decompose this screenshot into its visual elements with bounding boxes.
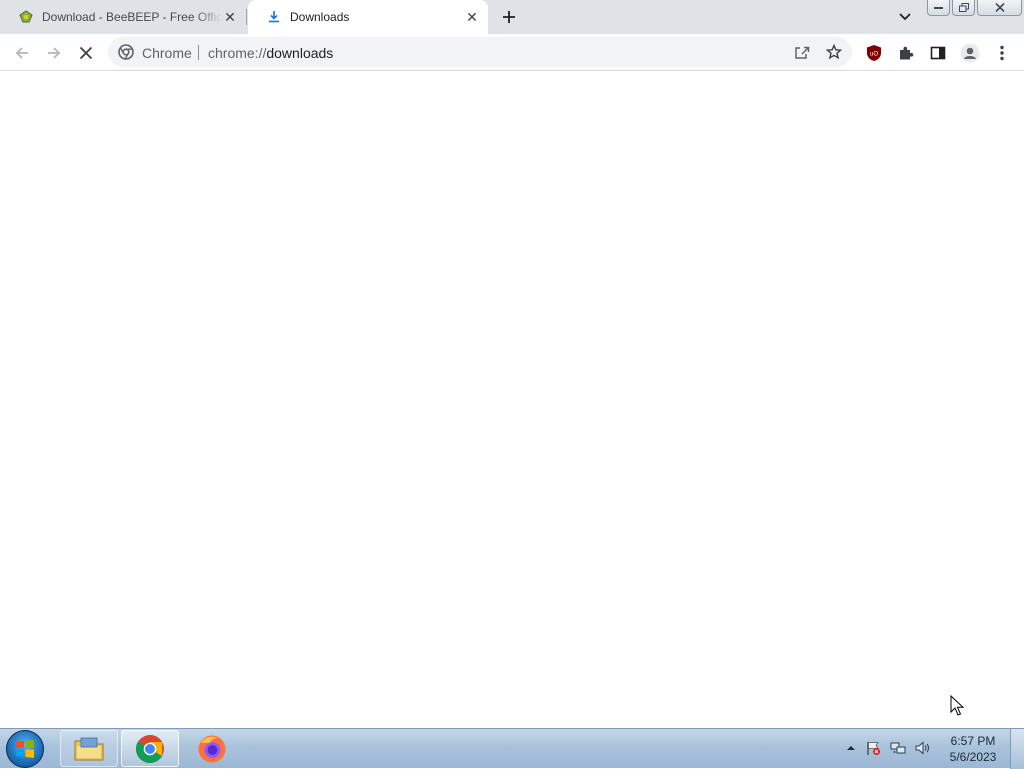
- tab-search-button[interactable]: [893, 6, 917, 28]
- tab-strip: Download - BeeBEEP - Free Office Messeng…: [0, 0, 1024, 34]
- flag-warning-icon: [867, 742, 880, 755]
- share-icon: [795, 46, 810, 59]
- stop-loading-button[interactable]: [74, 41, 98, 65]
- chrome-logo-icon: [118, 44, 134, 60]
- bookmark-button[interactable]: [824, 42, 844, 62]
- ublock-shield-icon: uO: [867, 45, 881, 61]
- speaker-icon: [915, 741, 929, 755]
- clock-date: 5/6/2023: [949, 750, 997, 764]
- restore-icon: [958, 3, 969, 12]
- browser-toolbar: Chrome chrome://downloads uO: [0, 34, 1024, 71]
- side-panel-icon: [930, 46, 946, 60]
- url-text: chrome://downloads: [208, 45, 333, 61]
- show-desktop-button[interactable]: [1010, 729, 1024, 769]
- url-path: downloads: [266, 45, 334, 61]
- tab-title: Download - BeeBEEP - Free Office Messeng…: [42, 10, 222, 24]
- close-tab-icon[interactable]: ✕: [464, 9, 480, 25]
- svg-text:uO: uO: [870, 52, 878, 58]
- windows-logo-icon: [16, 739, 34, 758]
- close-tab-icon[interactable]: ✕: [222, 9, 238, 25]
- forward-button[interactable]: [42, 41, 66, 65]
- share-button[interactable]: [792, 42, 812, 62]
- stop-icon: [79, 46, 93, 60]
- puzzle-piece-icon: [900, 46, 914, 60]
- start-button[interactable]: [6, 730, 44, 768]
- taskbar: 6:57 PM 5/6/2023: [0, 728, 1024, 769]
- chrome-icon: [135, 734, 164, 763]
- back-button[interactable]: [10, 41, 34, 65]
- avatar-icon: [960, 43, 980, 63]
- clock-time: 6:57 PM: [950, 734, 996, 748]
- mouse-cursor-icon: [950, 695, 964, 716]
- arrow-left-icon: [15, 47, 28, 59]
- page-content-area: [0, 71, 1024, 728]
- volume-tray-button[interactable]: [914, 740, 930, 756]
- tab-beebeep[interactable]: Download - BeeBEEP - Free Office Messeng…: [0, 0, 246, 34]
- folder-icon: [74, 737, 104, 760]
- tab-title: Downloads: [290, 10, 350, 24]
- taskbar-clock[interactable]: 6:57 PM 5/6/2023: [940, 733, 1006, 765]
- taskbar-firefox[interactable]: [183, 730, 241, 767]
- chevron-down-icon: [899, 13, 911, 21]
- download-favicon-icon: [266, 9, 282, 25]
- extensions-button[interactable]: [894, 41, 918, 65]
- star-icon: [826, 44, 842, 60]
- address-bar[interactable]: Chrome chrome://downloads: [108, 37, 852, 67]
- close-icon: [994, 3, 1005, 12]
- minimize-button[interactable]: [927, 0, 950, 16]
- close-window-button[interactable]: [977, 0, 1022, 16]
- minimize-icon: [934, 6, 943, 9]
- site-chip-label: Chrome: [142, 45, 192, 61]
- plus-icon: [503, 11, 515, 23]
- taskbar-chrome[interactable]: [121, 730, 179, 767]
- profile-button[interactable]: [958, 41, 982, 65]
- network-icon: [890, 742, 906, 754]
- firefox-icon: [198, 735, 226, 762]
- chevron-up-icon: [847, 746, 855, 750]
- omnibox-divider: [198, 45, 199, 60]
- action-center-tray-button[interactable]: [865, 740, 881, 756]
- side-panel-button[interactable]: [926, 41, 950, 65]
- chrome-menu-button[interactable]: [990, 41, 1014, 65]
- restore-button[interactable]: [952, 0, 975, 16]
- arrow-right-icon: [48, 47, 61, 59]
- taskbar-explorer[interactable]: [60, 730, 118, 767]
- url-scheme: chrome://: [208, 45, 267, 61]
- window-controls: [927, 0, 1024, 18]
- kebab-menu-icon: [1000, 45, 1004, 61]
- tab-separator: [246, 9, 247, 25]
- tab-downloads[interactable]: Downloads ✕: [248, 0, 488, 34]
- ublock-extension-button[interactable]: uO: [862, 41, 886, 65]
- network-tray-button[interactable]: [890, 740, 906, 756]
- show-hidden-icons-button[interactable]: [843, 740, 859, 756]
- beebeep-favicon-icon: [18, 9, 34, 25]
- new-tab-button[interactable]: [497, 5, 521, 29]
